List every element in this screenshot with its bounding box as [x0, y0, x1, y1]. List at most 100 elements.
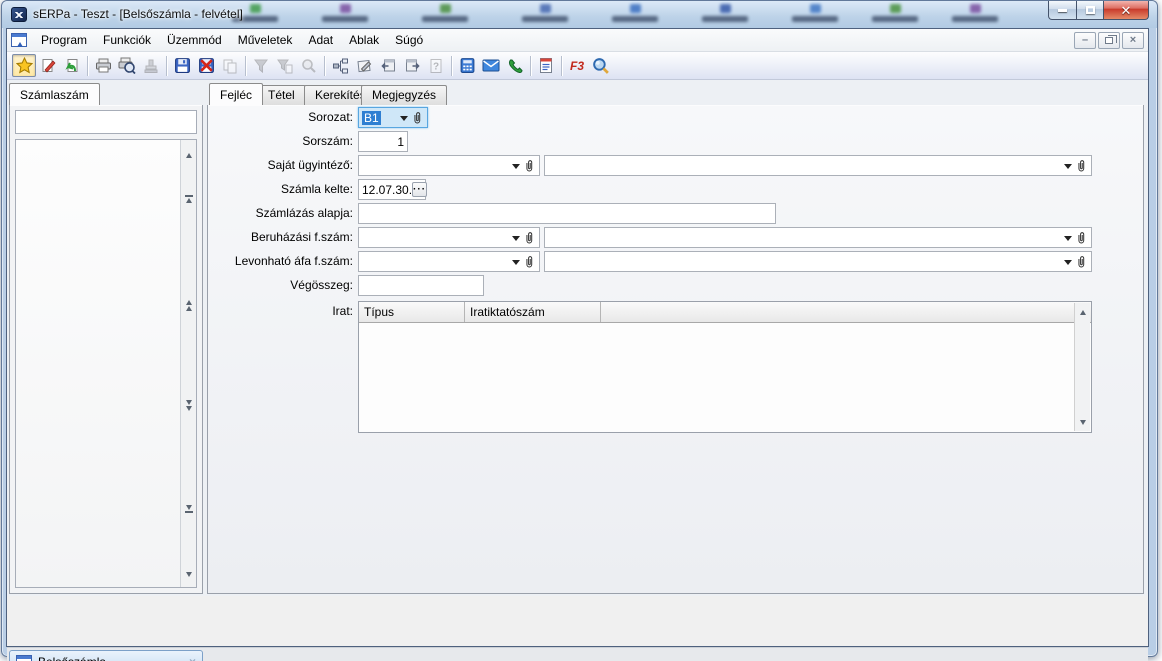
stamp-button[interactable]	[139, 54, 163, 77]
scroll-page-down-icon[interactable]	[182, 398, 195, 412]
window-forward-button[interactable]	[400, 54, 424, 77]
scroll-down-icon[interactable]	[182, 567, 195, 581]
beruhazasi-name-paperclip-icon[interactable]	[1076, 231, 1087, 245]
sajat-name-paperclip-icon[interactable]	[1076, 159, 1087, 173]
maximize-button[interactable]	[1077, 1, 1104, 20]
levonhato-afa-fszam-label: Levonható áfa f.szám:	[208, 251, 353, 268]
copy-button[interactable]	[218, 54, 242, 77]
beruhazasi-paperclip-icon[interactable]	[524, 231, 535, 245]
phone-button[interactable]	[503, 54, 527, 77]
beruhazasi-fszam-name-input[interactable]	[548, 231, 1064, 245]
menu-muveletek[interactable]: Műveletek	[230, 30, 301, 50]
beruhazasi-fszam-name-combo[interactable]	[544, 227, 1092, 248]
levonhato-name-paperclip-icon[interactable]	[1076, 255, 1087, 269]
calculator-button[interactable]	[455, 54, 479, 77]
sajat-dropdown-icon[interactable]	[512, 164, 520, 169]
scroll-bottom-icon[interactable]	[182, 502, 195, 516]
sajat-name-dropdown-icon[interactable]	[1064, 164, 1072, 169]
sajat-ugyintezo-combo[interactable]	[358, 155, 540, 176]
invoice-list[interactable]	[15, 139, 197, 588]
save-button[interactable]	[170, 54, 194, 77]
irat-scroll-down-icon[interactable]	[1076, 415, 1089, 429]
scroll-page-up-icon[interactable]	[182, 298, 195, 312]
levonhato-dropdown-icon[interactable]	[512, 260, 520, 265]
invoice-number-input[interactable]	[15, 110, 197, 134]
date-picker-button[interactable]: ···	[412, 182, 427, 197]
tab-tetel[interactable]: Tétel	[257, 85, 306, 105]
invoice-list-scrollbar[interactable]	[180, 140, 196, 587]
szamlazas-alapja-input[interactable]	[362, 207, 772, 221]
levonhato-afa-name-input[interactable]	[548, 255, 1064, 269]
sorszam-input[interactable]	[362, 135, 404, 149]
left-panel-body	[9, 105, 203, 594]
sorszam-field[interactable]	[358, 131, 408, 152]
menu-adat[interactable]: Adat	[300, 30, 341, 50]
menu-uzemmod[interactable]: Üzemmód	[159, 30, 230, 50]
szamlazas-alapja-field[interactable]	[358, 203, 776, 224]
menu-sugo[interactable]: Súgó	[387, 30, 431, 50]
print-preview-button[interactable]	[115, 54, 139, 77]
beruhazasi-name-dropdown-icon[interactable]	[1064, 236, 1072, 241]
beruhazasi-dropdown-icon[interactable]	[512, 236, 520, 241]
levonhato-name-dropdown-icon[interactable]	[1064, 260, 1072, 265]
sorozat-dropdown-icon[interactable]	[400, 116, 408, 121]
beruhazasi-fszam-input[interactable]	[362, 231, 512, 245]
sorozat-combo[interactable]: B1	[358, 107, 428, 128]
mdi-close-button[interactable]: ×	[1122, 32, 1144, 49]
close-icon: ✕	[1121, 4, 1132, 17]
filter-document-button[interactable]	[273, 54, 297, 77]
irat-col-empty	[601, 302, 1091, 322]
edit-document-button[interactable]	[36, 54, 60, 77]
sajat-ugyintezo-input[interactable]	[362, 159, 512, 173]
mail-button[interactable]	[479, 54, 503, 77]
form-window-icon[interactable]	[11, 33, 27, 47]
form-tab-row: Fejléc Tétel Kerekítés Megjegyzés	[207, 83, 1144, 105]
sajat-ugyintezo-name-combo[interactable]	[544, 155, 1092, 176]
levonhato-afa-name-combo[interactable]	[544, 251, 1092, 272]
levonhato-afa-combo[interactable]	[358, 251, 540, 272]
vegosszeg-field[interactable]	[358, 275, 484, 296]
window-back-button[interactable]	[376, 54, 400, 77]
irat-table-scrollbar[interactable]	[1074, 303, 1090, 431]
edit-note-button[interactable]	[352, 54, 376, 77]
report-button[interactable]	[534, 54, 558, 77]
delete-save-button[interactable]	[194, 54, 218, 77]
tab-fejlec[interactable]: Fejléc	[209, 83, 263, 105]
menu-funkciok[interactable]: Funkciók	[95, 30, 159, 50]
task-tab-close-icon[interactable]: ×	[189, 655, 196, 661]
sajat-paperclip-icon[interactable]	[524, 159, 535, 173]
search-button[interactable]	[589, 54, 613, 77]
f3-search-button[interactable]: F3	[565, 54, 589, 77]
menu-ablak[interactable]: Ablak	[341, 30, 387, 50]
levonhato-paperclip-icon[interactable]	[524, 255, 535, 269]
scroll-up-icon[interactable]	[182, 148, 195, 162]
close-button[interactable]: ✕	[1104, 1, 1149, 20]
task-tab-belsoszamla[interactable]: Belsőszámla ×	[9, 650, 203, 661]
print-button[interactable]	[91, 54, 115, 77]
mdi-minimize-button[interactable]: –	[1074, 32, 1096, 49]
irat-scroll-up-icon[interactable]	[1076, 305, 1089, 319]
invoice-number-panel: Számlaszám	[9, 83, 203, 594]
sajat-ugyintezo-name-input[interactable]	[548, 159, 1064, 173]
tab-szamlaszam[interactable]: Számlaszám	[9, 83, 100, 105]
irat-col-iktatoszam[interactable]: Iratiktatószám	[465, 302, 601, 322]
irat-table[interactable]: Típus Iratiktatószám	[358, 301, 1092, 433]
mdi-restore-button[interactable]	[1098, 32, 1120, 49]
help-document-button[interactable]: ?	[424, 54, 448, 77]
beruhazasi-fszam-combo[interactable]	[358, 227, 540, 248]
filter-button[interactable]	[249, 54, 273, 77]
sorozat-paperclip-icon[interactable]	[412, 111, 423, 125]
vegosszeg-input[interactable]	[362, 279, 480, 293]
favorites-star-button[interactable]	[12, 54, 36, 77]
irat-col-tipus[interactable]: Típus	[359, 302, 465, 322]
hierarchy-button[interactable]	[328, 54, 352, 77]
revert-document-button[interactable]	[60, 54, 84, 77]
find-button[interactable]	[297, 54, 321, 77]
szamla-kelte-field[interactable]: 12.07.30. ···	[358, 179, 426, 200]
minimize-button[interactable]	[1048, 1, 1077, 20]
levonhato-afa-input[interactable]	[362, 255, 512, 269]
scroll-top-icon[interactable]	[182, 192, 195, 206]
title-bar[interactable]: sERPa - Teszt - [Belsőszámla - felvétel]…	[2, 1, 1157, 28]
tab-megjegyzes[interactable]: Megjegyzés	[361, 85, 447, 105]
menu-program[interactable]: Program	[33, 30, 95, 50]
